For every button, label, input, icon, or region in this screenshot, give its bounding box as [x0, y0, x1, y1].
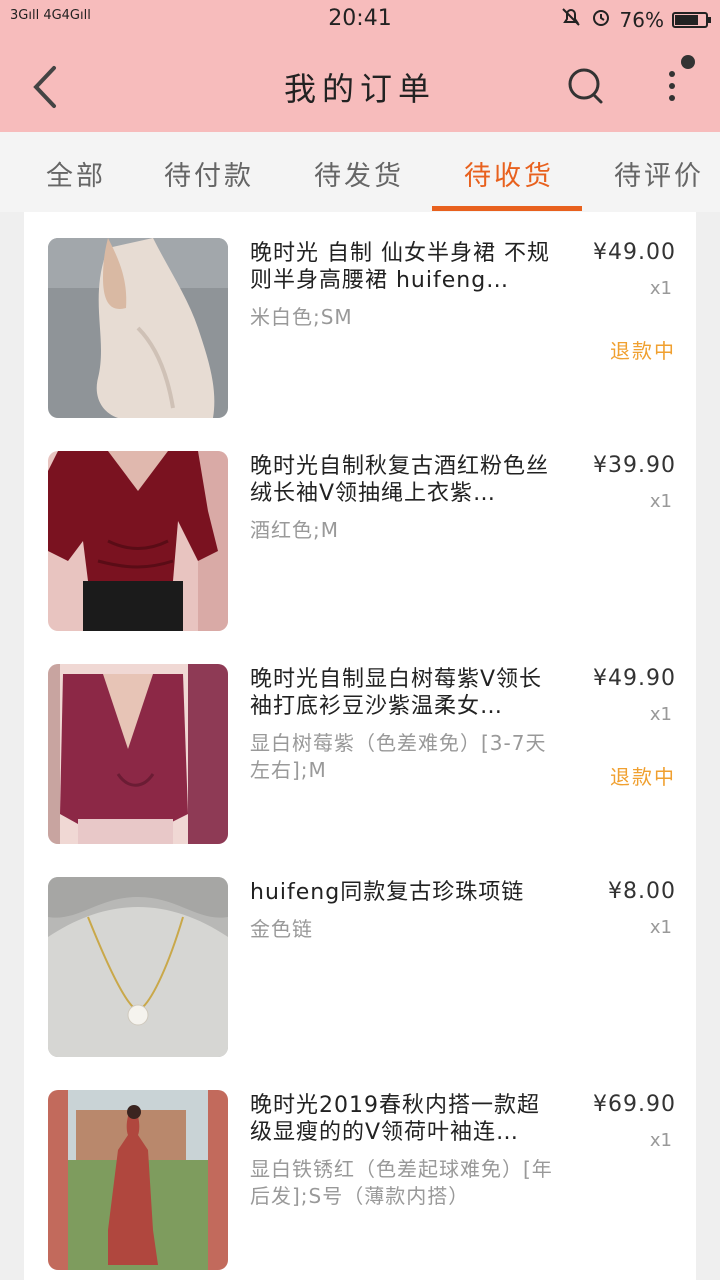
mute-bell-icon: [560, 6, 582, 33]
list-item[interactable]: 晚时光 自制 仙女半身裙 不规则半身高腰裙 huifeng… 米白色;SM ¥4…: [24, 212, 696, 425]
product-price: ¥49.90: [593, 666, 676, 691]
velvet-top-photo: [48, 451, 228, 631]
more-dots-icon: [669, 55, 695, 101]
product-spec: 米白色;SM: [250, 305, 353, 329]
product-name: 晚时光自制显白树莓紫V领长袖打底衫豆沙紫温柔女…: [250, 667, 543, 719]
search-icon: [568, 68, 603, 104]
product-name: 晚时光2019春秋内搭一款超级显瘦的的V领荷叶袖连…: [250, 1093, 540, 1145]
product-name: 晚时光自制秋复古酒红粉色丝绒长袖V领抽绳上衣紫…: [250, 454, 550, 506]
product-price: ¥8.00: [608, 879, 676, 904]
refund-status-badge: 退款中: [610, 339, 676, 363]
product-quantity: x1: [649, 491, 672, 512]
list-item[interactable]: 晚时光自制秋复古酒红粉色丝绒长袖V领抽绳上衣紫… 酒红色;M ¥39.90 x1: [24, 425, 696, 638]
purple-top-photo: [48, 664, 228, 844]
pearl-necklace-photo: [48, 877, 228, 1057]
tab-all[interactable]: 全部: [46, 154, 106, 193]
battery-percent: 76%: [619, 7, 664, 32]
order-tabs: 全部 待付款 待发货 待收货 待评价: [0, 132, 720, 212]
list-item[interactable]: 晚时光自制显白树莓紫V领长袖打底衫豆沙紫温柔女… 显白树莓紫（色差难免）[3-7…: [24, 638, 696, 851]
active-tab-indicator: [432, 206, 582, 211]
product-quantity: x1: [649, 278, 672, 299]
more-menu-button[interactable]: [656, 54, 700, 114]
refund-status-badge: 退款中: [610, 765, 676, 789]
list-item[interactable]: 晚时光2019春秋内搭一款超级显瘦的的V领荷叶袖连… 显白铁锈红（色差起球难免）…: [24, 1064, 696, 1277]
app-header: 我的订单: [0, 40, 720, 132]
battery-icon: [672, 11, 711, 28]
skirt-photo: [48, 238, 228, 418]
search-button[interactable]: [566, 64, 606, 108]
list-item[interactable]: huifeng同款复古珍珠项链 金色链 ¥8.00 x1: [24, 851, 696, 1064]
product-spec: 显白铁锈红（色差起球难免）[年后发];S号（薄款内搭）: [250, 1157, 553, 1208]
status-right: 76%: [560, 6, 711, 33]
product-spec: 金色链: [250, 917, 313, 941]
product-quantity: x1: [649, 1130, 672, 1151]
tab-pending-receipt[interactable]: 待收货: [464, 154, 554, 193]
product-price: ¥69.90: [593, 1092, 676, 1117]
alarm-icon: [590, 6, 612, 33]
product-name: huifeng同款复古珍珠项链: [250, 880, 525, 905]
product-quantity: x1: [649, 917, 672, 938]
tab-pending-payment[interactable]: 待付款: [164, 154, 254, 193]
tab-pending-review[interactable]: 待评价: [614, 154, 704, 193]
status-bar: 3Gıll 4G4Gıll 20:41 76%: [0, 0, 720, 40]
order-list: 晚时光 自制 仙女半身裙 不规则半身高腰裙 huifeng… 米白色;SM ¥4…: [24, 212, 696, 1280]
product-quantity: x1: [649, 704, 672, 725]
product-spec: 酒红色;M: [250, 518, 339, 542]
product-name: 晚时光 自制 仙女半身裙 不规则半身高腰裙 huifeng…: [250, 241, 550, 293]
page-title: 我的订单: [283, 70, 436, 108]
product-price: ¥39.90: [593, 453, 676, 478]
tab-pending-shipment[interactable]: 待发货: [314, 154, 404, 193]
dress-photo: [48, 1090, 228, 1270]
product-price: ¥49.00: [593, 240, 676, 265]
product-spec: 显白树莓紫（色差难免）[3-7天左右];M: [250, 731, 547, 782]
